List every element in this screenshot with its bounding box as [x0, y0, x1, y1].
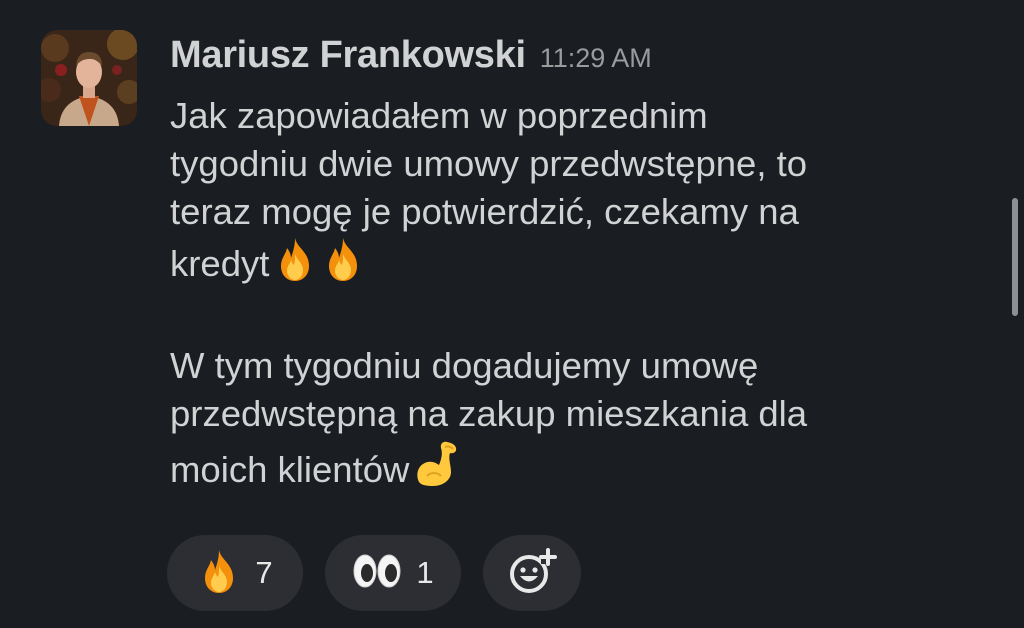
fire-emoji: [197, 547, 241, 600]
message-timestamp[interactable]: 11:29 AM: [540, 43, 652, 74]
eyes-emoji: [352, 553, 402, 594]
reaction-count: 7: [255, 555, 273, 590]
fire-emoji: [273, 236, 317, 294]
reaction-eyes[interactable]: 1: [325, 535, 461, 611]
add-reaction-icon: [507, 546, 557, 601]
message-line: kredyt: [170, 243, 270, 284]
message-line: przedwstępną na zakup mieszkania dla: [170, 393, 808, 434]
message-line-with-emoji: moich klientów: [170, 438, 970, 500]
message-body: Jak zapowiadałem w poprzednim tygodniu d…: [170, 92, 970, 500]
message-line: teraz mogę je potwierdzić, czekamy na: [170, 191, 799, 232]
message-line-with-emoji: kredyt: [170, 236, 970, 294]
message-line: W tym tygodniu dogadujemy umowę: [170, 345, 759, 386]
reaction-fire[interactable]: 7: [167, 535, 303, 611]
message: Mariusz Frankowski 11:29 AM Jak zapowiad…: [0, 0, 1024, 628]
add-reaction-button[interactable]: [483, 535, 581, 611]
avatar[interactable]: [41, 30, 137, 126]
message-line: tygodniu dwie umowy przedwstępne, to: [170, 143, 808, 184]
message-line: Jak zapowiadałem w poprzednim: [170, 95, 708, 136]
message-header: Mariusz Frankowski 11:29 AM: [170, 34, 652, 77]
scrollbar[interactable]: [1012, 198, 1018, 316]
reactions-bar: 7 1: [167, 535, 581, 611]
reaction-count: 1: [416, 555, 434, 590]
fire-emoji: [321, 236, 365, 294]
flexed-biceps-emoji: [413, 438, 463, 500]
message-line: moich klientów: [170, 449, 410, 490]
author-name[interactable]: Mariusz Frankowski: [170, 34, 526, 77]
